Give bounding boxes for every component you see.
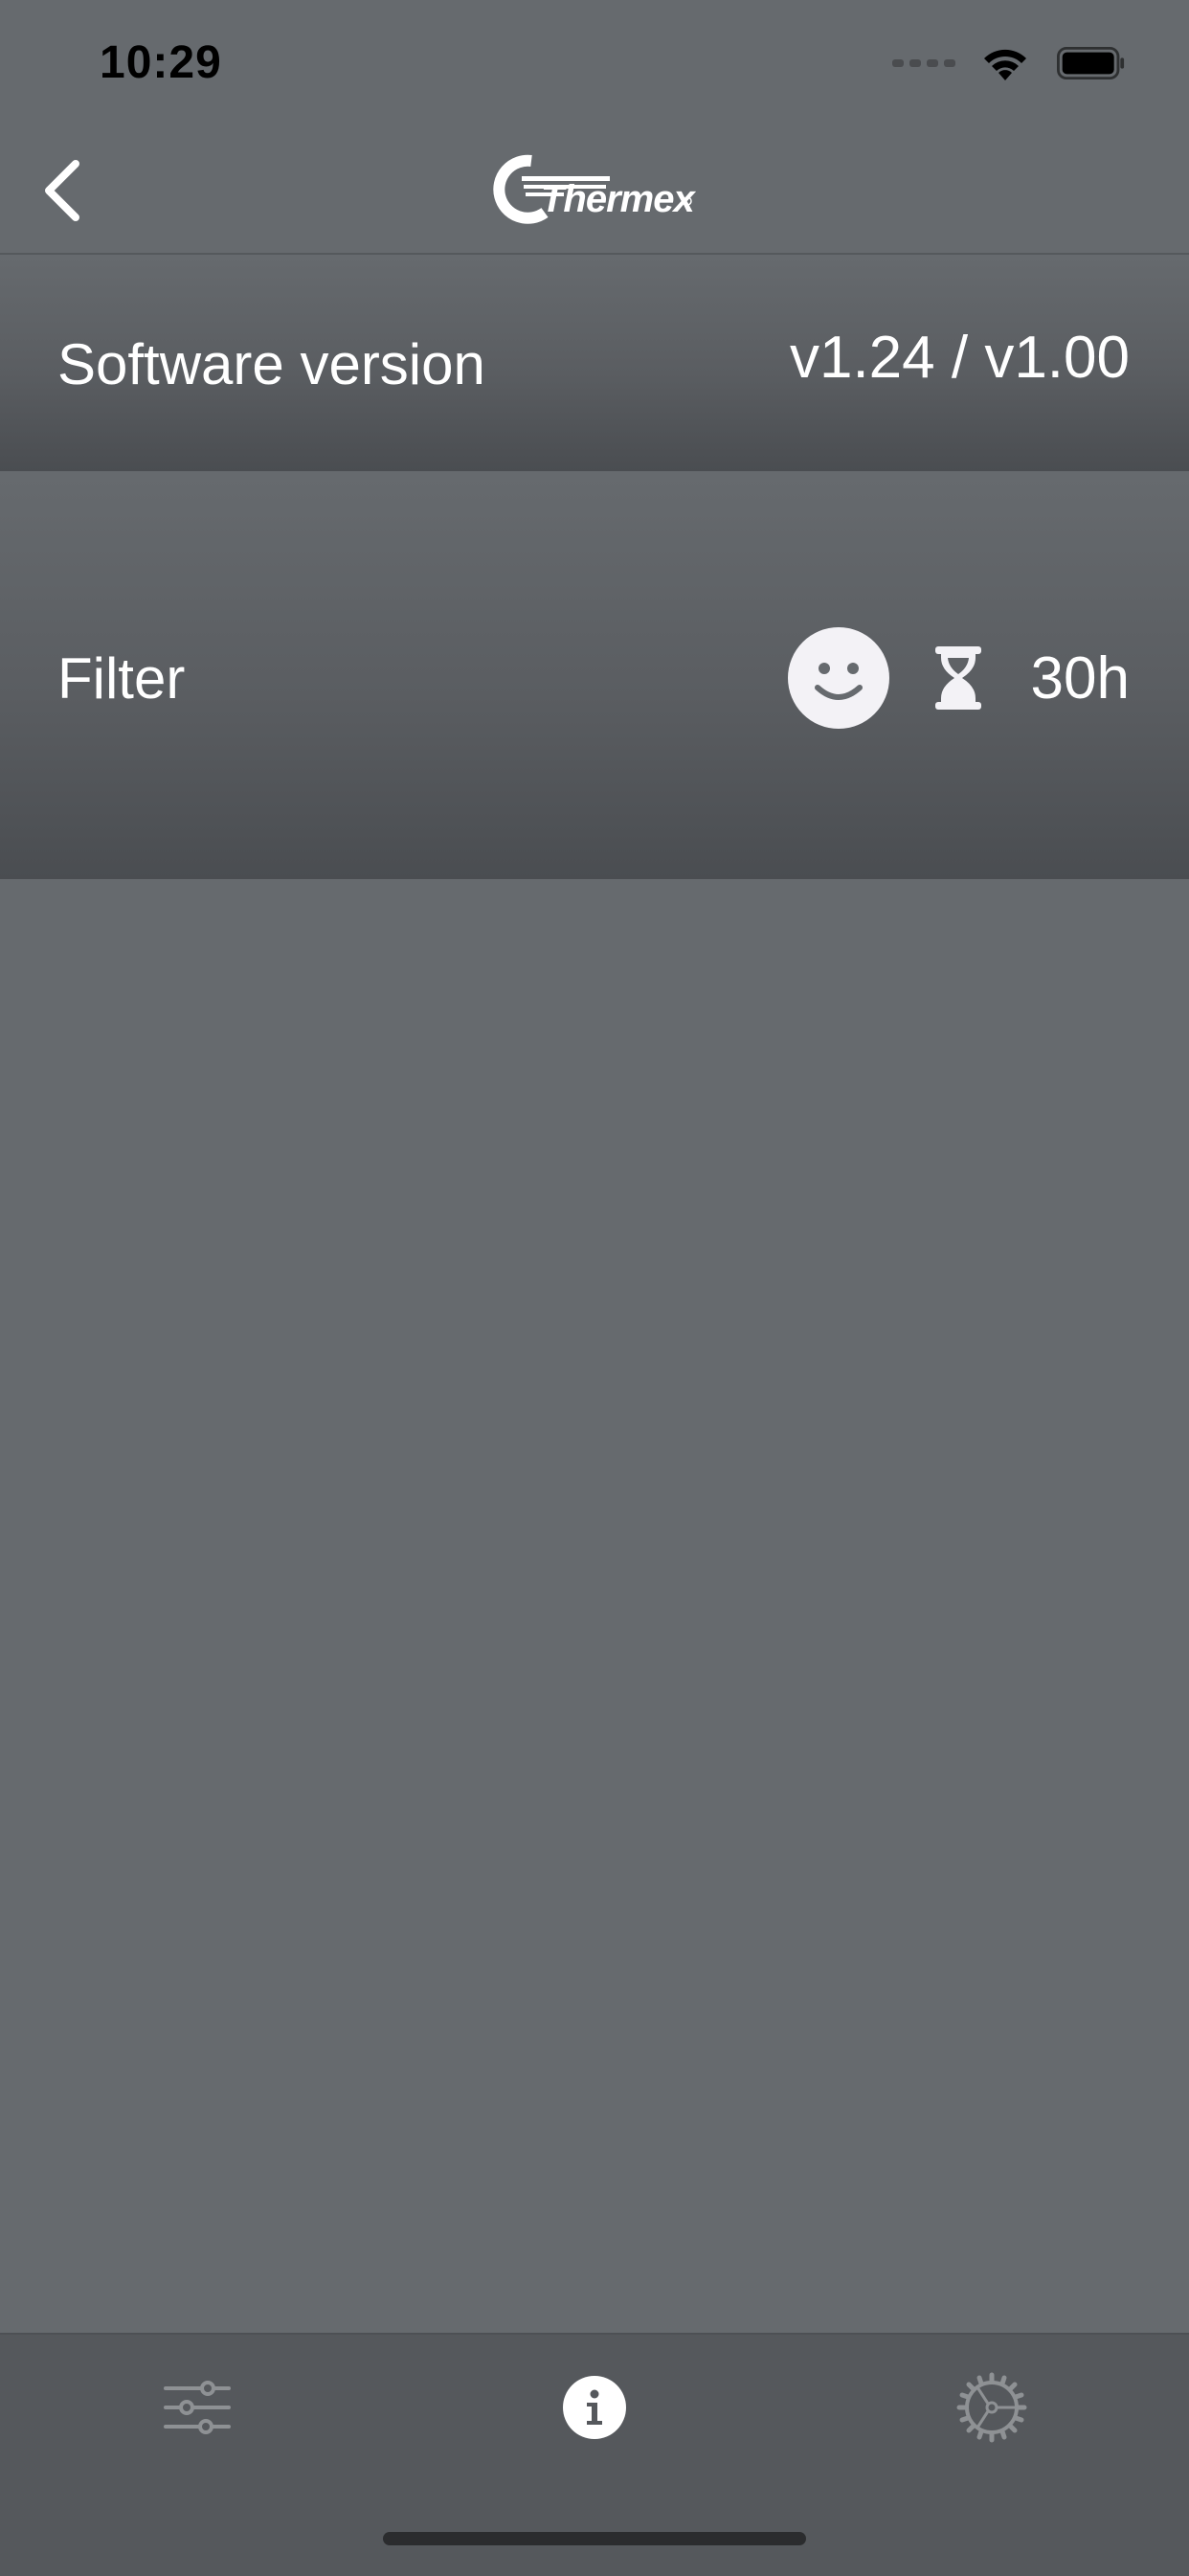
filter-status: 30h [787, 626, 1130, 730]
home-indicator[interactable] [383, 2532, 806, 2545]
back-button[interactable] [29, 155, 96, 226]
tab-controls[interactable] [130, 2360, 264, 2455]
software-version-value: v1.24 / v1.00 [789, 325, 1130, 391]
filter-row: Filter 30h [0, 473, 1189, 879]
chevron-left-icon [45, 160, 79, 221]
info-icon [563, 2376, 626, 2439]
tab-info[interactable] [527, 2360, 662, 2455]
signal-icon [892, 59, 955, 67]
filter-label: Filter [57, 646, 186, 711]
tab-settings[interactable] [925, 2360, 1059, 2455]
wifi-icon [984, 49, 1026, 80]
status-bar: 10:29 [0, 0, 1189, 126]
sliders-icon [164, 2381, 231, 2434]
hourglass-icon [934, 646, 981, 710]
nav-header: Thermex [0, 126, 1189, 255]
software-version-label: Software version [57, 332, 485, 396]
filter-hours: 30h [1030, 644, 1130, 712]
smiley-icon [787, 627, 889, 729]
battery-icon [1057, 46, 1125, 80]
status-time: 10:29 [100, 37, 222, 88]
brand-name: Thermex [541, 178, 695, 220]
gear-icon [956, 2372, 1027, 2443]
status-icons [892, 44, 1126, 82]
brand-logo: Thermex [493, 147, 695, 234]
software-version-row: Software version v1.24 / v1.00 [0, 255, 1189, 471]
